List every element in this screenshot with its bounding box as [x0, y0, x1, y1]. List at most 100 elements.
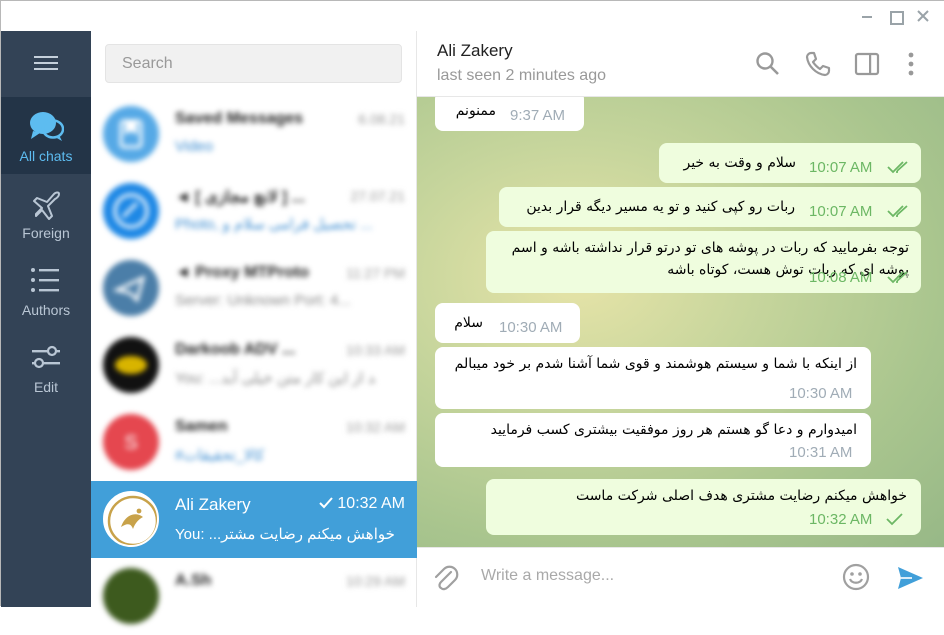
peer-name[interactable]: Ali Zakery — [437, 41, 513, 61]
more-options-icon[interactable] — [898, 51, 924, 77]
chat-name: A.Sh — [175, 572, 212, 589]
chat-item-saved-messages[interactable]: Saved Messages 6.08.21 Video — [91, 96, 417, 173]
folder-label: Edit — [33, 379, 59, 395]
avatar — [103, 183, 159, 239]
message-bubble-incoming[interactable]: از اینکه با شما و سیستم هوشمند و قوی شما… — [435, 347, 871, 409]
chat-item[interactable]: A.Sh 10:29 AM — [91, 558, 417, 635]
folder-label: Foreign — [22, 225, 70, 241]
chat-list-panel: Search Saved Messages 6.08.21 Video ◄ [ … — [91, 31, 417, 624]
message-text: ربات رو کپی کنید و تو یه مسیر دیگه قرار … — [526, 199, 795, 215]
single-check-icon — [886, 513, 903, 526]
message-time: 10:08 AM — [809, 269, 873, 286]
chat-name: ◄ [ لانچ مجازی ] ... — [175, 189, 305, 206]
folder-rail: All chats Foreign Authors Edit — [1, 31, 91, 607]
chat-time: 11:27 PM — [346, 265, 405, 281]
chat-item[interactable]: S Samen 10:32 AM #کالا_تحقیقات — [91, 404, 417, 481]
chat-item[interactable]: ◄ [ لانچ مجازی ] ... 27.07.21 Photo, تحص… — [91, 173, 417, 250]
chat-item[interactable]: Darkoob ADV ... 10:33 AM You: ...بعد از … — [91, 327, 417, 404]
send-icon[interactable] — [895, 563, 925, 593]
chat-preview: You: ...بعد از این کار متن خیلی آبد — [175, 370, 375, 387]
telegram-window: All chats Foreign Authors Edit Search Sa… — [0, 0, 944, 624]
phone-icon[interactable] — [805, 51, 831, 77]
double-check-icon — [887, 205, 908, 218]
folder-foreign[interactable]: Foreign — [1, 174, 91, 251]
message-text: امیدوارم و دعا گو هستم هر روز موفقیت بیش… — [490, 422, 857, 438]
message-time: 10:30 AM — [499, 319, 563, 336]
chat-name: Ali Zakery — [175, 495, 251, 514]
ali-logo-icon — [107, 495, 157, 545]
minimize-button[interactable] — [859, 8, 875, 24]
peer-status: last seen 2 minutes ago — [437, 67, 606, 84]
emoji-icon[interactable] — [841, 562, 871, 592]
menu-icon — [34, 56, 58, 58]
folder-label: All chats — [19, 148, 73, 164]
avatar — [103, 337, 159, 393]
chat-time: 27.07.21 — [350, 188, 406, 204]
attach-icon[interactable] — [431, 564, 459, 592]
chat-time: 10:32 AM — [319, 495, 405, 513]
close-icon — [917, 10, 929, 22]
chat-name: Saved Messages — [175, 110, 304, 127]
avatar — [103, 491, 159, 547]
chat-time: 10:33 AM — [345, 342, 405, 358]
read-check-icon — [319, 497, 334, 509]
chat-time: 6.08.21 — [358, 111, 405, 127]
message-time: 10:32 AM — [809, 511, 873, 528]
chat-name: ◄ Proxy MTProto — [175, 264, 310, 281]
avatar — [103, 260, 159, 316]
sidebar-toggle-icon[interactable] — [854, 51, 880, 77]
list-icon — [31, 268, 59, 292]
message-text: سلام — [454, 315, 483, 331]
folder-all-chats[interactable]: All chats — [1, 97, 91, 174]
message-text: ممنونم — [455, 103, 496, 119]
message-time: 10:07 AM — [809, 159, 873, 176]
svg-text:S: S — [124, 432, 137, 454]
double-check-icon — [887, 271, 908, 284]
message-bubble-outgoing[interactable]: ربات رو کپی کنید و تو یه مسیر دیگه قرار … — [499, 187, 921, 227]
chat-time: 10:32 AM — [345, 419, 405, 435]
message-bubble-incoming[interactable]: امیدوارم و دعا گو هستم هر روز موفقیت بیش… — [435, 413, 871, 467]
menu-icon-line — [34, 68, 58, 70]
message-time: 10:07 AM — [809, 203, 873, 220]
message-text: خواهش میکنم رضایت مشتری هدف اصلی شرکت ما… — [575, 488, 907, 504]
chat-preview: Video — [175, 138, 214, 155]
chats-icon — [30, 112, 64, 141]
message-bubble-outgoing[interactable]: خواهش میکنم رضایت مشتری هدف اصلی شرکت ما… — [486, 479, 921, 535]
chat-preview: Server: Unknown Port: 4... — [175, 292, 351, 309]
message-bubble-incoming[interactable]: سلام 10:30 AM — [435, 303, 580, 343]
chat-preview: #کالا_تحقیقات — [175, 447, 265, 464]
title-bar — [1, 1, 944, 31]
message-bubble-outgoing[interactable]: توجه بفرمایید که ربات در پوشه های تو درت… — [486, 231, 921, 293]
search-input[interactable]: Search — [105, 44, 402, 83]
chat-name: Samen — [175, 418, 228, 435]
double-check-icon — [887, 161, 908, 174]
message-text: سلام و وقت به خیر — [683, 155, 796, 171]
close-button[interactable] — [915, 8, 931, 24]
chat-item-ali-zakery[interactable]: Ali Zakery 10:32 AM You: ...خواهش میکنم … — [91, 481, 417, 558]
sliders-icon — [32, 345, 60, 369]
conversation-panel: Ali Zakery last seen 2 minutes ago ممنون… — [417, 31, 944, 607]
avatar: S — [103, 414, 159, 470]
main-menu-button[interactable] — [1, 31, 91, 97]
message-time: 9:37 AM — [510, 107, 566, 124]
folder-edit[interactable]: Edit — [1, 328, 91, 405]
maximize-button[interactable] — [887, 8, 904, 25]
message-bubble-outgoing[interactable]: سلام و وقت به خیر 10:07 AM — [659, 143, 921, 183]
message-text: از اینکه با شما و سیستم هوشمند و قوی شما… — [454, 356, 857, 372]
chat-preview: You: ...خواهش میکنم رضایت مشتر — [175, 526, 395, 543]
conversation-header: Ali Zakery last seen 2 minutes ago — [417, 31, 944, 97]
chat-item[interactable]: ◄ Proxy MTProto 11:27 PM Server: Unknown… — [91, 250, 417, 327]
folder-authors[interactable]: Authors — [1, 251, 91, 328]
chat-name: Darkoob ADV ... — [175, 341, 296, 358]
message-composer: Write a message... — [417, 547, 944, 607]
message-input[interactable]: Write a message... — [481, 567, 614, 585]
search-icon[interactable] — [755, 51, 781, 77]
chat-time: 10:29 AM — [345, 573, 405, 589]
chat-preview: Photo, تحصیل فرامی سلام و ... — [175, 216, 373, 233]
message-time: 10:31 AM — [789, 444, 853, 461]
message-bubble-incoming[interactable]: ممنونم 9:37 AM — [435, 97, 584, 131]
avatar — [103, 106, 159, 162]
message-area[interactable]: ممنونم 9:37 AM سلام و وقت به خیر 10:07 A… — [417, 97, 944, 547]
menu-icon-line — [34, 62, 58, 64]
avatar — [103, 568, 159, 624]
